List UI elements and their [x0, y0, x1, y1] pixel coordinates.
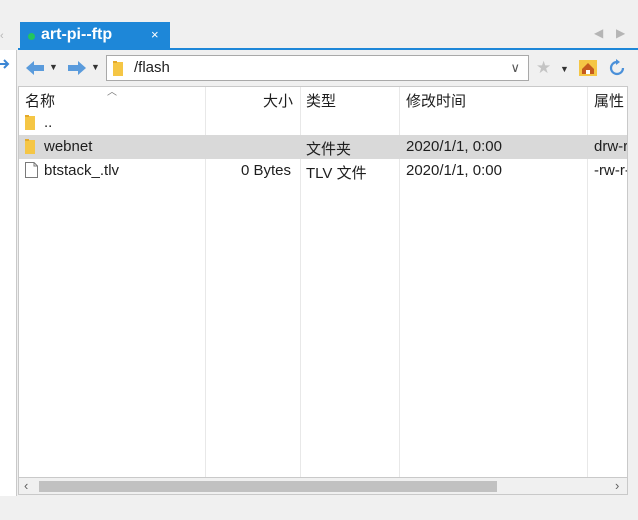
tab-art-pi-ftp[interactable]: art-pi--ftp × [20, 22, 170, 50]
back-dropdown-icon[interactable]: ▼ [49, 62, 58, 72]
tab-prev-icon[interactable]: ◀ [594, 26, 603, 40]
column-header-size[interactable]: 大小 [263, 90, 293, 111]
list-item-webnet[interactable]: webnet 文件夹 2020/1/1, 0:00 drw-r [19, 135, 628, 159]
sort-ascending-icon: ︿ [107, 87, 117, 98]
home-icon[interactable] [578, 59, 598, 77]
scroll-right-icon[interactable]: › [615, 478, 619, 493]
forward-dropdown-icon[interactable]: ▼ [91, 62, 100, 72]
file-name: webnet [44, 138, 93, 155]
column-header-modified[interactable]: 修改时间 [406, 90, 466, 111]
column-header-name[interactable]: 名称 [25, 90, 55, 111]
path-history-chevron-icon[interactable]: ∨ [510, 60, 520, 76]
bookmark-dropdown-icon[interactable]: ▼ [560, 64, 569, 74]
scrollbar-thumb[interactable] [39, 481, 497, 492]
path-text: /flash [134, 59, 170, 76]
tab-next-icon[interactable]: ▶ [616, 26, 625, 40]
file-icon [25, 162, 38, 178]
file-name: .. [44, 114, 53, 131]
column-header-type[interactable]: 类型 [306, 90, 336, 111]
tab-title: art-pi--ftp [41, 26, 113, 43]
file-name: btstack_.tlv [44, 162, 120, 179]
left-pane-arrow-icon[interactable] [0, 56, 10, 72]
file-attributes: drw-r [594, 138, 628, 155]
tab-close-icon[interactable]: × [151, 27, 159, 42]
back-button[interactable] [24, 59, 46, 77]
folder-icon [25, 139, 35, 154]
scroll-left-icon[interactable]: ‹ [24, 478, 28, 493]
bookmark-star-icon[interactable]: ★ [536, 58, 551, 78]
file-type: TLV 文件 [306, 165, 367, 182]
column-header: 名称 ︿ 大小 类型 修改时间 属性 [19, 87, 627, 111]
file-modified: 2020/1/1, 0:00 [406, 138, 502, 155]
forward-button[interactable] [66, 59, 88, 77]
file-size: 0 Bytes [241, 162, 292, 179]
file-list: 名称 ︿ 大小 类型 修改时间 属性 .. webnet 文件夹 2020/1/… [18, 86, 628, 477]
left-pane [0, 50, 17, 496]
status-area [0, 497, 638, 520]
path-input[interactable]: /flash ∨ [106, 55, 529, 81]
list-item-parent[interactable]: .. [19, 111, 627, 135]
horizontal-scrollbar[interactable]: ‹ › [18, 477, 628, 495]
folder-icon [25, 115, 35, 130]
tab-scroll-left-icon[interactable]: ‹ [0, 30, 8, 42]
file-attributes: -rw-r- [594, 162, 628, 179]
path-folder-icon [113, 61, 123, 76]
column-header-attributes[interactable]: 属性 [594, 90, 624, 111]
list-item-btstack[interactable]: btstack_.tlv 0 Bytes TLV 文件 2020/1/1, 0:… [19, 159, 628, 183]
connection-status-icon [28, 33, 35, 40]
refresh-icon[interactable] [607, 58, 627, 78]
file-modified: 2020/1/1, 0:00 [406, 162, 502, 179]
file-type: 文件夹 [306, 141, 352, 158]
